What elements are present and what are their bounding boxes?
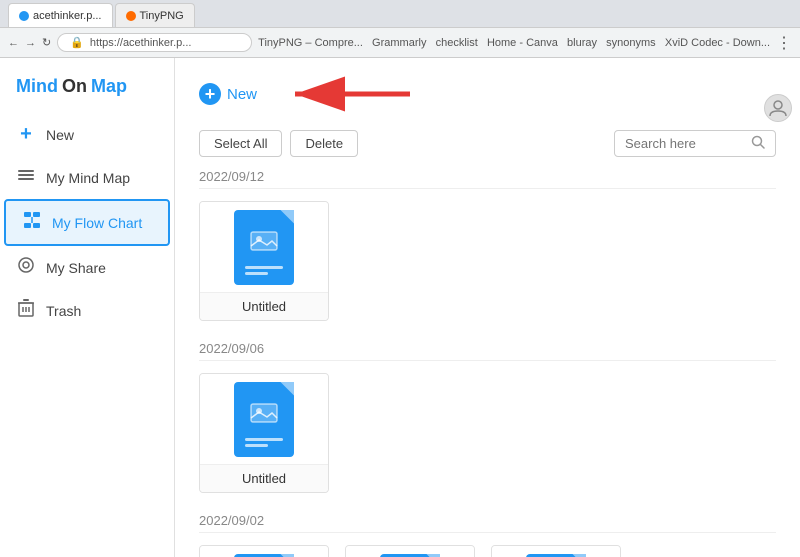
new-button-row: + New bbox=[199, 74, 776, 114]
sidebar-share-label: My Share bbox=[46, 260, 106, 276]
browser-tab-bar: acethinker.p... TinyPNG bbox=[0, 0, 800, 28]
sidebar-flowchart-label: My Flow Chart bbox=[52, 215, 142, 231]
header-right bbox=[764, 94, 792, 122]
file-icon bbox=[234, 382, 294, 457]
search-icon bbox=[751, 135, 765, 152]
red-arrow bbox=[285, 74, 415, 114]
active-tab[interactable]: acethinker.p... bbox=[8, 3, 113, 27]
sidebar-item-flowchart[interactable]: My Flow Chart bbox=[4, 199, 170, 246]
file-icon bbox=[234, 210, 294, 285]
date-section-0: 2022/09/12 bbox=[199, 169, 776, 321]
file-icon-lines bbox=[245, 266, 283, 275]
share-icon bbox=[16, 256, 36, 279]
back-icon[interactable]: ← bbox=[8, 37, 19, 49]
refresh-icon[interactable]: ↻ bbox=[42, 36, 51, 49]
sidebar: Mind On Map + New My Mind Map bbox=[0, 58, 175, 557]
search-input[interactable] bbox=[625, 136, 745, 151]
address-bar[interactable]: 🔒 https://acethinker.p... bbox=[57, 33, 252, 52]
image-icon bbox=[249, 400, 279, 430]
file-card-thumb bbox=[492, 546, 620, 557]
logo-map: Map bbox=[91, 76, 127, 97]
date-label-0: 2022/09/12 bbox=[199, 169, 776, 189]
line-1 bbox=[245, 266, 283, 269]
search-box[interactable] bbox=[614, 130, 776, 157]
select-all-button[interactable]: Select All bbox=[199, 130, 282, 157]
cards-row-0: Untitled bbox=[199, 201, 776, 321]
forward-icon[interactable]: → bbox=[25, 37, 36, 49]
sidebar-item-trash[interactable]: Trash bbox=[0, 289, 174, 332]
cards-row-1: Untitled bbox=[199, 373, 776, 493]
main-content: + New Select All Delete bbox=[175, 58, 800, 557]
delete-button[interactable]: Delete bbox=[290, 130, 358, 157]
user-avatar[interactable] bbox=[764, 94, 792, 122]
file-card-thumb bbox=[200, 202, 328, 292]
file-card[interactable] bbox=[199, 545, 329, 557]
file-icon bbox=[380, 554, 440, 557]
trash-icon bbox=[16, 299, 36, 322]
logo: Mind On Map bbox=[0, 68, 174, 113]
new-button[interactable]: + New bbox=[199, 83, 257, 105]
file-card[interactable] bbox=[491, 545, 621, 557]
tab-label: TinyPNG bbox=[140, 10, 184, 22]
app-container: Mind On Map + New My Mind Map bbox=[0, 58, 800, 557]
date-label-2: 2022/09/02 bbox=[199, 513, 776, 533]
menu-icon[interactable]: ⋮ bbox=[776, 33, 792, 53]
sidebar-item-mindmap[interactable]: My Mind Map bbox=[0, 156, 174, 199]
line-2 bbox=[245, 272, 268, 275]
sidebar-new-label: New bbox=[46, 127, 74, 143]
file-card-thumb bbox=[346, 546, 474, 557]
sidebar-mindmap-label: My Mind Map bbox=[46, 170, 130, 186]
sidebar-item-new[interactable]: + New bbox=[0, 113, 174, 156]
action-left: Select All Delete bbox=[199, 130, 358, 157]
tab-label: acethinker.p... bbox=[33, 10, 102, 22]
url-text: https://acethinker.p... bbox=[90, 37, 192, 49]
file-card-thumb bbox=[200, 546, 328, 557]
plus-icon: + bbox=[16, 123, 36, 146]
date-section-1: 2022/09/06 bbox=[199, 341, 776, 493]
flowchart-icon bbox=[22, 211, 42, 234]
file-card-label-1: Untitled bbox=[200, 464, 328, 492]
file-card-thumb bbox=[200, 374, 328, 464]
image-icon bbox=[249, 228, 279, 258]
action-bar: Select All Delete bbox=[199, 130, 776, 157]
new-label: New bbox=[227, 86, 257, 103]
line-2 bbox=[245, 444, 268, 447]
tab-tinypng[interactable]: TinyPNG bbox=[115, 3, 195, 27]
cards-row-2 bbox=[199, 545, 776, 557]
file-icon bbox=[234, 554, 294, 557]
browser-address-bar: ← → ↻ 🔒 https://acethinker.p... TinyPNG … bbox=[0, 28, 800, 58]
logo-on: On bbox=[62, 76, 87, 97]
line-1 bbox=[245, 438, 283, 441]
file-card[interactable]: Untitled bbox=[199, 373, 329, 493]
new-plus-icon: + bbox=[199, 83, 221, 105]
file-card[interactable] bbox=[345, 545, 475, 557]
file-card-label-0: Untitled bbox=[200, 292, 328, 320]
sidebar-item-share[interactable]: My Share bbox=[0, 246, 174, 289]
file-icon-lines bbox=[245, 438, 283, 447]
date-section-2: 2022/09/02 bbox=[199, 513, 776, 557]
file-icon bbox=[526, 554, 586, 557]
file-card[interactable]: Untitled bbox=[199, 201, 329, 321]
lock-icon: 🔒 bbox=[70, 36, 84, 49]
logo-mind: Mind bbox=[16, 76, 58, 97]
date-label-1: 2022/09/06 bbox=[199, 341, 776, 361]
mindmap-icon bbox=[16, 166, 36, 189]
bookmarks-bar: TinyPNG – Compre... Grammarly checklist … bbox=[258, 37, 770, 49]
sidebar-trash-label: Trash bbox=[46, 303, 81, 319]
